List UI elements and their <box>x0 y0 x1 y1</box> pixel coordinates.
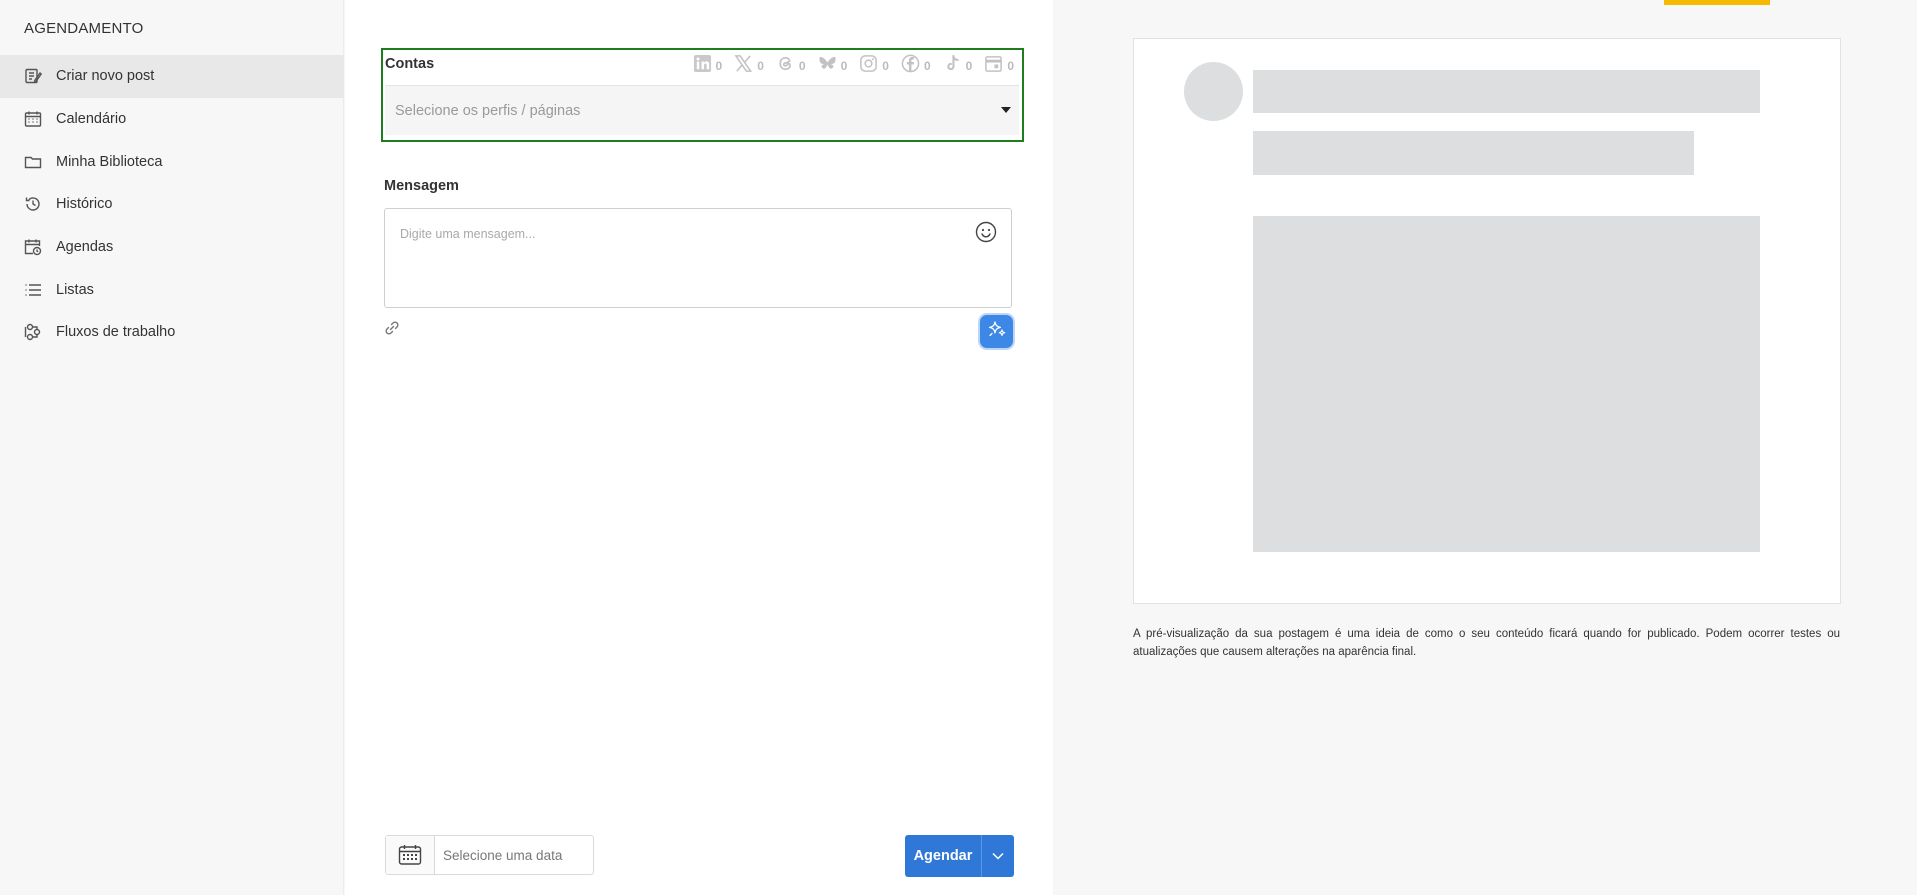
date-placeholder: Selecione uma data <box>443 847 563 863</box>
history-icon <box>24 195 42 213</box>
network-count: 0 <box>923 59 931 73</box>
sparkles-icon <box>987 319 1007 344</box>
edit-post-icon <box>24 67 42 85</box>
sidebar-title: AGENDAMENTO <box>24 20 144 37</box>
post-preview-card <box>1133 38 1841 604</box>
accounts-section: Contas 0 0 0 0 0 0 0 0 Selecione os perf… <box>381 48 1024 142</box>
network-bluesky: 0 <box>818 54 848 78</box>
date-picker[interactable]: Selecione uma data <box>385 835 594 875</box>
instagram-icon <box>859 54 878 78</box>
caret-down-icon <box>1001 107 1011 113</box>
sidebar-item-label: Agendas <box>56 239 114 256</box>
tiktok-icon <box>943 54 962 78</box>
calendar-icon <box>24 110 42 128</box>
chevron-down-icon <box>992 847 1004 865</box>
sidebar-item-history[interactable]: Histórico <box>0 183 344 226</box>
sidebar-item-label: Listas <box>56 281 94 298</box>
network-count: 0 <box>965 59 973 73</box>
skeleton-avatar <box>1184 62 1243 121</box>
sidebar-item-label: Histórico <box>56 196 113 213</box>
x-icon <box>734 54 753 78</box>
schedule-options-button[interactable] <box>982 835 1014 877</box>
sidebar-item-lists[interactable]: Listas <box>0 268 344 311</box>
network-counters: 0 0 0 0 0 0 0 0 <box>681 54 1014 78</box>
folder-icon <box>24 153 42 171</box>
network-count: 0 <box>1007 59 1014 73</box>
network-count: 0 <box>798 59 806 73</box>
network-tiktok: 0 <box>943 54 973 78</box>
network-google-business: 0 <box>984 54 1014 78</box>
network-threads: 0 <box>776 54 806 78</box>
message-label: Mensagem <box>384 178 459 194</box>
accounts-select[interactable]: Selecione os perfis / páginas <box>385 85 1019 135</box>
emoji-icon[interactable] <box>975 221 997 243</box>
accounts-select-placeholder: Selecione os perfis / páginas <box>395 102 581 119</box>
schedule-button[interactable]: Agendar <box>905 835 981 877</box>
calendar-icon <box>386 836 435 874</box>
sidebar-item-label: Fluxos de trabalho <box>56 324 176 341</box>
message-placeholder: Digite uma mensagem... <box>400 227 536 241</box>
sidebar-item-schedules[interactable]: Agendas <box>0 226 344 269</box>
sidebar-item-label: Minha Biblioteca <box>56 153 163 170</box>
skeleton-line <box>1253 70 1760 113</box>
threads-icon <box>776 54 795 78</box>
store-icon <box>984 54 1003 78</box>
ai-assistant-button[interactable] <box>980 315 1013 348</box>
sidebar-item-label: Calendário <box>56 111 127 128</box>
linkedin-icon <box>693 54 712 78</box>
workflow-icon <box>24 323 42 341</box>
message-input[interactable]: Digite uma mensagem... <box>384 208 1012 308</box>
bluesky-icon <box>818 54 837 78</box>
schedule-button-group: Agendar <box>905 835 1014 877</box>
preview-disclaimer: A pré-visualização da sua postagem é uma… <box>1133 628 1840 658</box>
calendar-clock-icon <box>24 238 42 256</box>
network-instagram: 0 <box>859 54 889 78</box>
post-editor: Contas 0 0 0 0 0 0 0 0 Selecione os perf… <box>345 0 1053 895</box>
top-accent-bar <box>1664 0 1770 5</box>
link-icon[interactable] <box>384 320 400 336</box>
skeleton-media <box>1253 216 1760 552</box>
network-x: 0 <box>734 54 764 78</box>
sidebar-item-workflows[interactable]: Fluxos de trabalho <box>0 311 344 354</box>
facebook-icon <box>901 54 920 78</box>
sidebar-nav: Criar novo post Calendário Minha Bibliot… <box>0 55 344 354</box>
network-count: 0 <box>882 59 889 73</box>
sidebar-item-library[interactable]: Minha Biblioteca <box>0 140 344 183</box>
network-facebook: 0 <box>901 54 931 78</box>
sidebar-item-calendar[interactable]: Calendário <box>0 98 344 141</box>
network-linkedin: 0 <box>693 54 723 78</box>
sidebar-item-create-post[interactable]: Criar novo post <box>0 55 344 98</box>
network-count: 0 <box>757 59 764 73</box>
sidebar-item-label: Criar novo post <box>56 68 155 85</box>
accounts-label: Contas <box>385 56 435 72</box>
sidebar: AGENDAMENTO Criar novo post Calendário M… <box>0 0 344 895</box>
network-count: 0 <box>715 59 723 73</box>
network-count: 0 <box>840 59 848 73</box>
list-icon <box>24 281 42 299</box>
skeleton-line <box>1253 131 1694 175</box>
